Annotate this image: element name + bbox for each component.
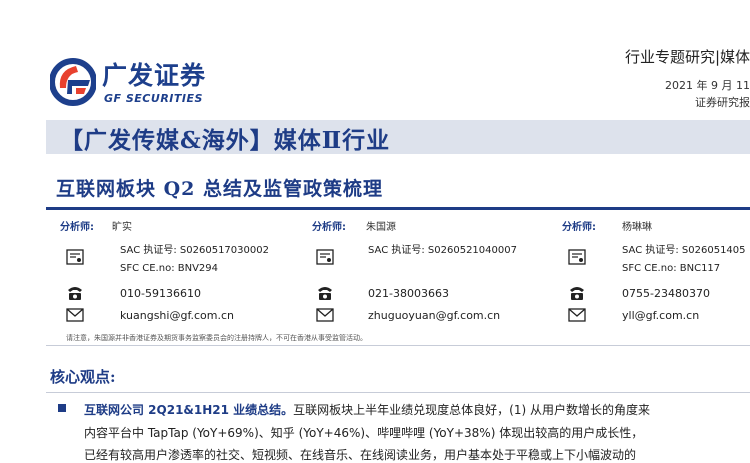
core-paragraph-line-3: 已经有较高用户渗透率的社交、短视频、在线音乐、在线阅读业务，用户基本处于平稳或上…	[84, 448, 637, 462]
analyst-1-label: 分析师:	[60, 222, 94, 233]
analyst-2-name: 朱国源	[366, 222, 396, 233]
analyst-2-label: 分析师:	[312, 222, 346, 233]
analyst-3-name: 杨琳琳	[622, 222, 652, 233]
report-date: 2021 年 9 月 11	[665, 79, 750, 92]
email-icon	[568, 308, 586, 322]
email-icon	[66, 308, 84, 322]
analyst-1-email[interactable]: kuangshi@gf.com.cn	[120, 309, 234, 322]
analyst-1-sfc: SFC CE.no: BNV294	[120, 263, 219, 274]
gf-securities-logo: 广发证券 GF SECURITIES	[50, 58, 230, 108]
analyst-2-phone: 021-38003663	[368, 287, 449, 300]
core-viewpoints-heading: 核心观点:	[50, 368, 116, 386]
email-icon	[316, 308, 334, 322]
core-bullet-heading: 互联网公司 2Q21&1H21 业绩总结。	[84, 403, 294, 417]
analyst-1-phone: 010-59136610	[120, 287, 201, 300]
analyst-3-sac: SAC 执证号: S026051405	[622, 245, 746, 256]
analyst-2-email[interactable]: zhuguoyuan@gf.com.cn	[368, 309, 500, 322]
id-card-icon	[66, 249, 84, 265]
regulatory-note: 请注意，朱国源并非香港证券及期货事务监察委员会的注册持牌人，不可在香港从事受监管…	[66, 334, 367, 342]
id-card-icon	[316, 249, 334, 265]
phone-icon	[570, 287, 584, 300]
analyst-1-sac: SAC 执证号: S0260517030002	[120, 245, 269, 256]
report-type: 行业专题研究|媒体	[624, 48, 750, 66]
note-divider	[46, 345, 750, 346]
core-line-1-text: 互联网板块上半年业绩兑现度总体良好，(1) 从用户数增长的角度来	[293, 403, 650, 417]
gf-logo-mark-icon	[50, 58, 96, 106]
logo-english-name: GF SECURITIES	[104, 92, 203, 105]
analyst-3-label: 分析师:	[562, 222, 596, 233]
id-card-icon	[568, 249, 586, 265]
analyst-2-sac: SAC 执证号: S0260521040007	[368, 245, 517, 256]
analyst-3-email[interactable]: yll@gf.com.cn	[622, 309, 699, 322]
bullet-square-icon	[58, 404, 66, 412]
report-title: 【广发传媒&海外】媒体Ⅱ行业	[60, 127, 391, 154]
phone-icon	[68, 287, 82, 300]
analyst-1-name: 旷实	[112, 222, 132, 233]
core-divider	[46, 392, 750, 393]
core-paragraph-line-2: 内容平台中 TapTap (YoY+69%)、知乎 (YoY+46%)、哔哩哔哩…	[84, 426, 644, 440]
phone-icon	[318, 287, 332, 300]
report-subtitle: 互联网板块 Q2 总结及监管政策梳理	[56, 178, 384, 200]
report-kind: 证券研究报	[695, 96, 750, 109]
logo-chinese-name: 广发证券	[102, 61, 207, 90]
analyst-3-sfc: SFC CE.no: BNC117	[622, 263, 721, 274]
core-paragraph-line-1: 互联网公司 2Q21&1H21 业绩总结。互联网板块上半年业绩兑现度总体良好，(…	[84, 401, 650, 418]
title-divider	[46, 207, 750, 210]
analyst-3-phone: 0755-23480370	[622, 287, 710, 300]
